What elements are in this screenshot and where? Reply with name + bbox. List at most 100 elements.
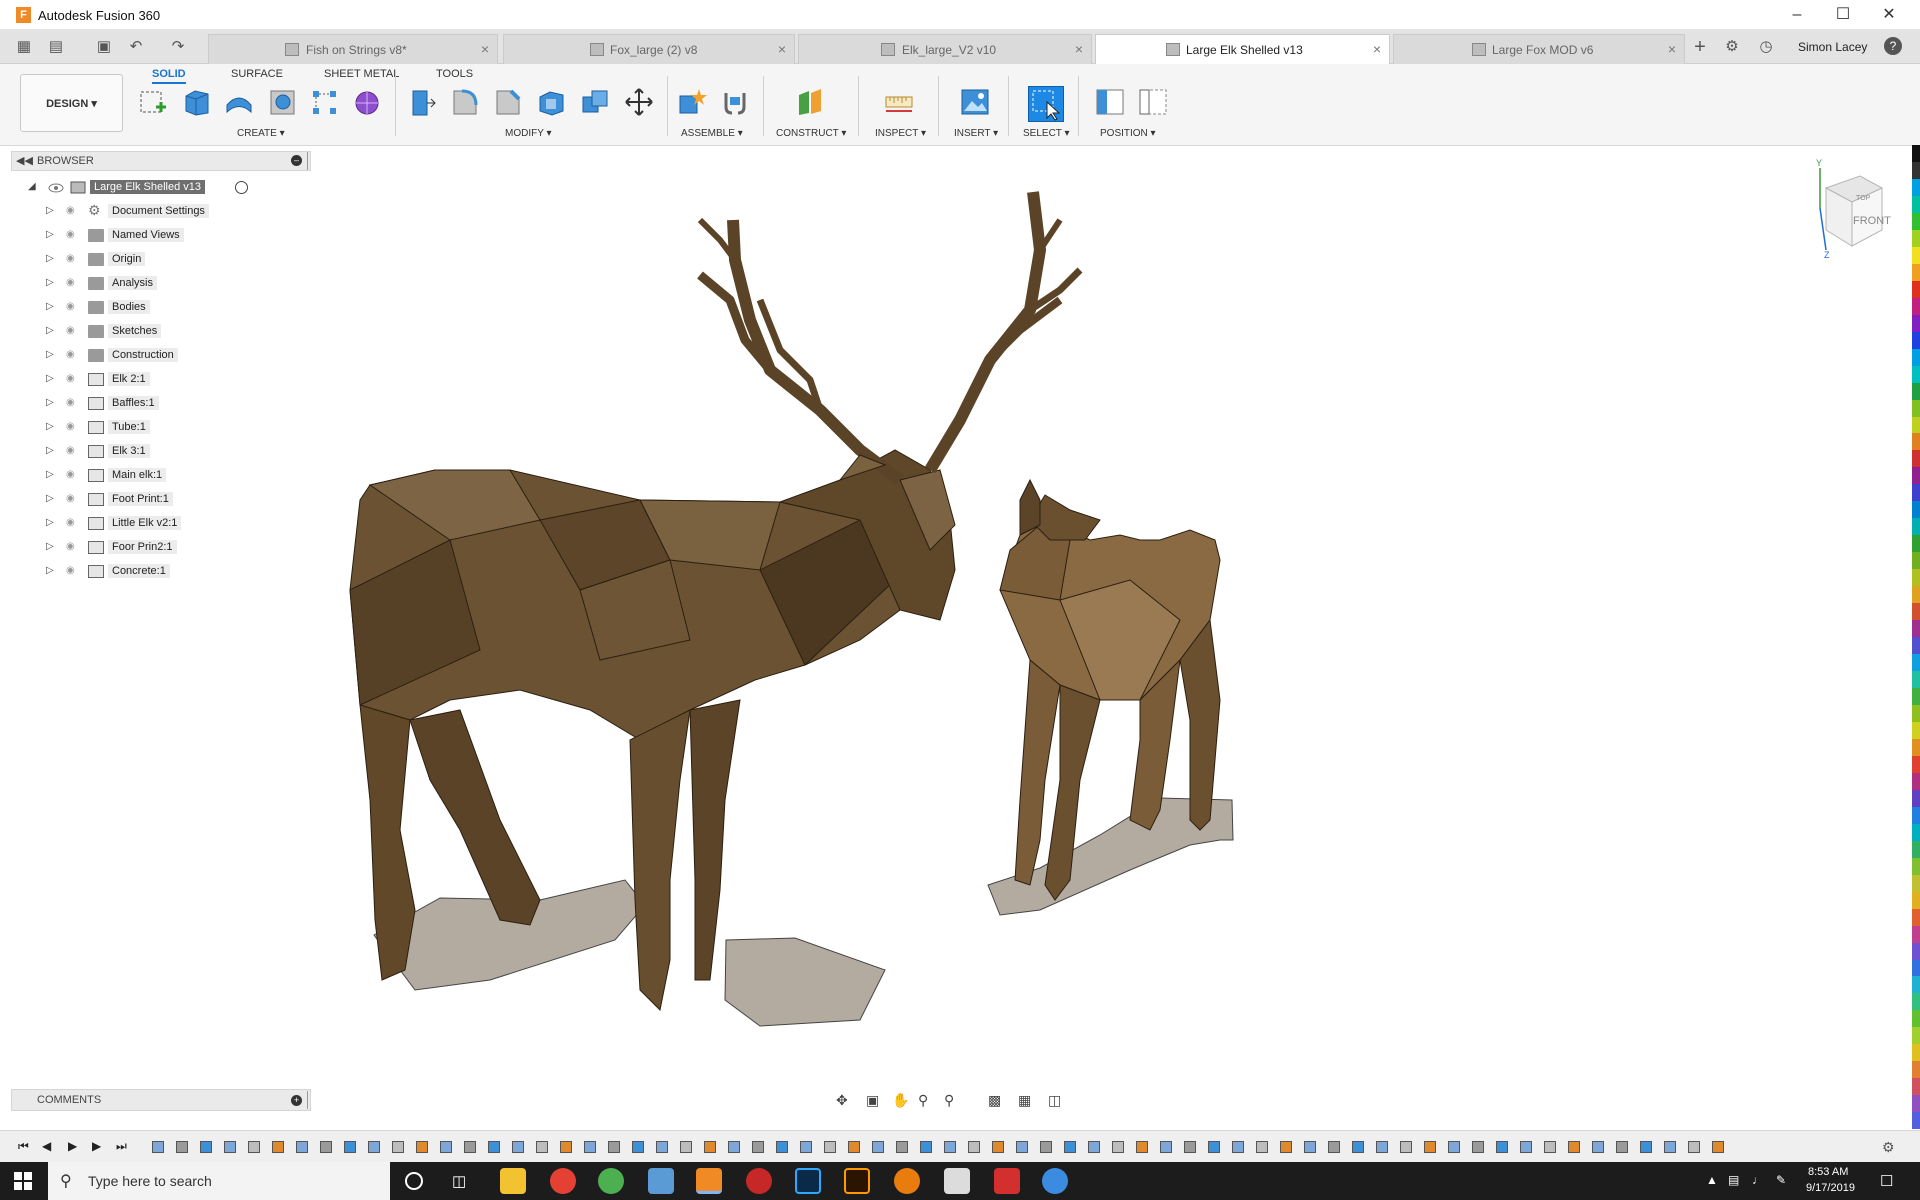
timeline-feature-icon[interactable] bbox=[1016, 1141, 1028, 1153]
browser-item[interactable]: ▷ ◉ Tube:1 bbox=[46, 418, 286, 438]
create-form-icon[interactable] bbox=[352, 87, 382, 117]
expand-arrow-icon[interactable]: ▷ bbox=[46, 325, 59, 339]
browser-item[interactable]: ▷ ◉ Elk 3:1 bbox=[46, 442, 286, 462]
timeline-feature-icon[interactable] bbox=[944, 1141, 956, 1153]
notifications-icon[interactable]: ☐ bbox=[1880, 1172, 1893, 1190]
browser-item[interactable]: ▷ ◉ Analysis bbox=[46, 274, 286, 294]
expand-arrow-icon[interactable]: ▷ bbox=[46, 301, 59, 315]
timeline-feature-icon[interactable] bbox=[416, 1141, 428, 1153]
fit-icon[interactable]: ⚲ bbox=[944, 1092, 954, 1109]
collapse-browser-icon[interactable]: ◀◀ bbox=[16, 154, 33, 167]
construct-group-label[interactable]: CONSTRUCT ▾ bbox=[776, 128, 846, 139]
expand-arrow-icon[interactable]: ▷ bbox=[46, 349, 59, 363]
measure-icon[interactable] bbox=[884, 87, 914, 117]
timeline-feature-icon[interactable] bbox=[1520, 1141, 1532, 1153]
browser-item[interactable]: ▷ ◉ Elk 2:1 bbox=[46, 370, 286, 390]
browser-item[interactable]: ▷ ◉ ⚙ Document Settings bbox=[46, 202, 286, 222]
timeline-feature-icon[interactable] bbox=[1112, 1141, 1124, 1153]
visibility-eye-icon[interactable]: ◉ bbox=[66, 565, 82, 579]
panel-pin-icon[interactable] bbox=[307, 152, 310, 170]
create-group-label[interactable]: CREATE ▾ bbox=[237, 128, 285, 139]
tab-sheet-metal[interactable]: SHEET METAL bbox=[324, 68, 399, 80]
timeline-feature-icon[interactable] bbox=[392, 1141, 404, 1153]
timeline-feature-icon[interactable] bbox=[632, 1141, 644, 1153]
step-back-icon[interactable]: ◀ bbox=[42, 1139, 51, 1153]
windows-start-icon[interactable] bbox=[14, 1172, 32, 1190]
cortana-icon[interactable] bbox=[405, 1172, 423, 1190]
workspace-switcher-button[interactable]: DESIGN ▾ bbox=[20, 74, 123, 132]
timeline-feature-icon[interactable] bbox=[1592, 1141, 1604, 1153]
browser-item[interactable]: ▷ ◉ Little Elk v2:1 bbox=[46, 514, 286, 534]
timeline-feature-icon[interactable] bbox=[1160, 1141, 1172, 1153]
timeline-feature-icon[interactable] bbox=[1688, 1141, 1700, 1153]
timeline-feature-icon[interactable] bbox=[536, 1141, 548, 1153]
timeline-feature-icon[interactable] bbox=[1424, 1141, 1436, 1153]
browser-minimize-icon[interactable]: – bbox=[291, 155, 302, 166]
go-to-end-icon[interactable]: ⏭ bbox=[116, 1139, 127, 1154]
visibility-eye-icon[interactable]: ◉ bbox=[66, 517, 82, 531]
tab-tools[interactable]: TOOLS bbox=[436, 68, 473, 80]
bird-app-icon[interactable] bbox=[1042, 1168, 1068, 1194]
visibility-eye-icon[interactable]: ◉ bbox=[66, 205, 82, 219]
inspect-group-label[interactable]: INSPECT ▾ bbox=[875, 128, 926, 139]
press-pull-icon[interactable] bbox=[407, 87, 437, 117]
expand-arrow-icon[interactable]: ▷ bbox=[46, 253, 59, 267]
timeline-feature-icon[interactable] bbox=[1184, 1141, 1196, 1153]
timeline-feature-icon[interactable] bbox=[1712, 1141, 1724, 1153]
extrude-icon[interactable] bbox=[182, 87, 212, 117]
browser-root-node[interactable]: ◢ Large Elk Shelled v13 bbox=[28, 178, 288, 198]
close-tab-icon[interactable]: × bbox=[1373, 41, 1381, 57]
file-menu-icon[interactable]: ▤ bbox=[46, 37, 66, 57]
timeline-feature-icon[interactable] bbox=[656, 1141, 668, 1153]
timeline-feature-icon[interactable] bbox=[824, 1141, 836, 1153]
minimize-button[interactable]: – bbox=[1774, 0, 1820, 30]
user-name[interactable]: Simon Lacey bbox=[1798, 40, 1867, 54]
expand-arrow-icon[interactable]: ▷ bbox=[46, 229, 59, 243]
save-icon[interactable]: ▣ bbox=[94, 37, 114, 57]
joint-icon[interactable] bbox=[720, 87, 750, 117]
timeline-feature-icon[interactable] bbox=[752, 1141, 764, 1153]
timeline-feature-icon[interactable] bbox=[1544, 1141, 1556, 1153]
pattern-icon[interactable] bbox=[310, 87, 340, 117]
visibility-eye-icon[interactable]: ◉ bbox=[66, 301, 82, 315]
visibility-eye-icon[interactable]: ◉ bbox=[66, 421, 82, 435]
visibility-eye-icon[interactable]: ◉ bbox=[66, 493, 82, 507]
autocad-icon[interactable] bbox=[648, 1168, 674, 1194]
tab-large-elk-shelled[interactable]: Large Elk Shelled v13 × bbox=[1095, 34, 1390, 64]
timeline-feature-icon[interactable] bbox=[968, 1141, 980, 1153]
timeline-feature-icon[interactable] bbox=[704, 1141, 716, 1153]
timeline-feature-icon[interactable] bbox=[1136, 1141, 1148, 1153]
clock-date[interactable]: 9/17/2019 bbox=[1806, 1182, 1855, 1194]
expand-arrow-icon[interactable]: ▷ bbox=[46, 541, 59, 555]
hole-icon[interactable] bbox=[268, 87, 298, 117]
redo-icon[interactable]: ↷ bbox=[168, 37, 188, 57]
play-icon[interactable]: ▶ bbox=[68, 1139, 77, 1153]
task-view-icon[interactable]: ◫ bbox=[452, 1172, 466, 1190]
timeline-feature-icon[interactable] bbox=[1088, 1141, 1100, 1153]
browser-item[interactable]: ▷ ◉ Foot Print:1 bbox=[46, 490, 286, 510]
visibility-eye-icon[interactable]: ◉ bbox=[66, 445, 82, 459]
browser-item[interactable]: ▷ ◉ Origin bbox=[46, 250, 286, 270]
expand-arrow-icon[interactable]: ▷ bbox=[46, 445, 59, 459]
timeline-feature-icon[interactable] bbox=[1568, 1141, 1580, 1153]
new-tab-plus-icon[interactable]: + bbox=[1690, 37, 1710, 57]
tab-solid[interactable]: SOLID bbox=[152, 68, 186, 84]
timeline-feature-icon[interactable] bbox=[896, 1141, 908, 1153]
close-tab-icon[interactable]: × bbox=[1668, 41, 1676, 57]
browser-item[interactable]: ▷ ◉ Main elk:1 bbox=[46, 466, 286, 486]
close-tab-icon[interactable]: × bbox=[1075, 41, 1083, 57]
expand-arrow-icon[interactable]: ▷ bbox=[46, 469, 59, 483]
expand-arrow-icon[interactable]: ▷ bbox=[46, 373, 59, 387]
browser-item[interactable]: ▷ ◉ Named Views bbox=[46, 226, 286, 246]
viewports-icon[interactable]: ◫ bbox=[1048, 1092, 1061, 1109]
display-settings-icon[interactable]: ▩ bbox=[988, 1092, 1001, 1109]
position-group-label[interactable]: POSITION ▾ bbox=[1100, 128, 1156, 139]
timeline-feature-icon[interactable] bbox=[560, 1141, 572, 1153]
go-to-start-icon[interactable]: ⏮ bbox=[18, 1139, 29, 1154]
canvas-viewport[interactable] bbox=[340, 180, 1280, 1040]
fusion360-taskbar-icon[interactable] bbox=[696, 1168, 722, 1194]
timeline-feature-icon[interactable] bbox=[200, 1141, 212, 1153]
visibility-eye-icon[interactable]: ◉ bbox=[66, 469, 82, 483]
help-icon[interactable]: ? bbox=[1884, 37, 1902, 55]
maximize-button[interactable]: ☐ bbox=[1820, 0, 1866, 30]
